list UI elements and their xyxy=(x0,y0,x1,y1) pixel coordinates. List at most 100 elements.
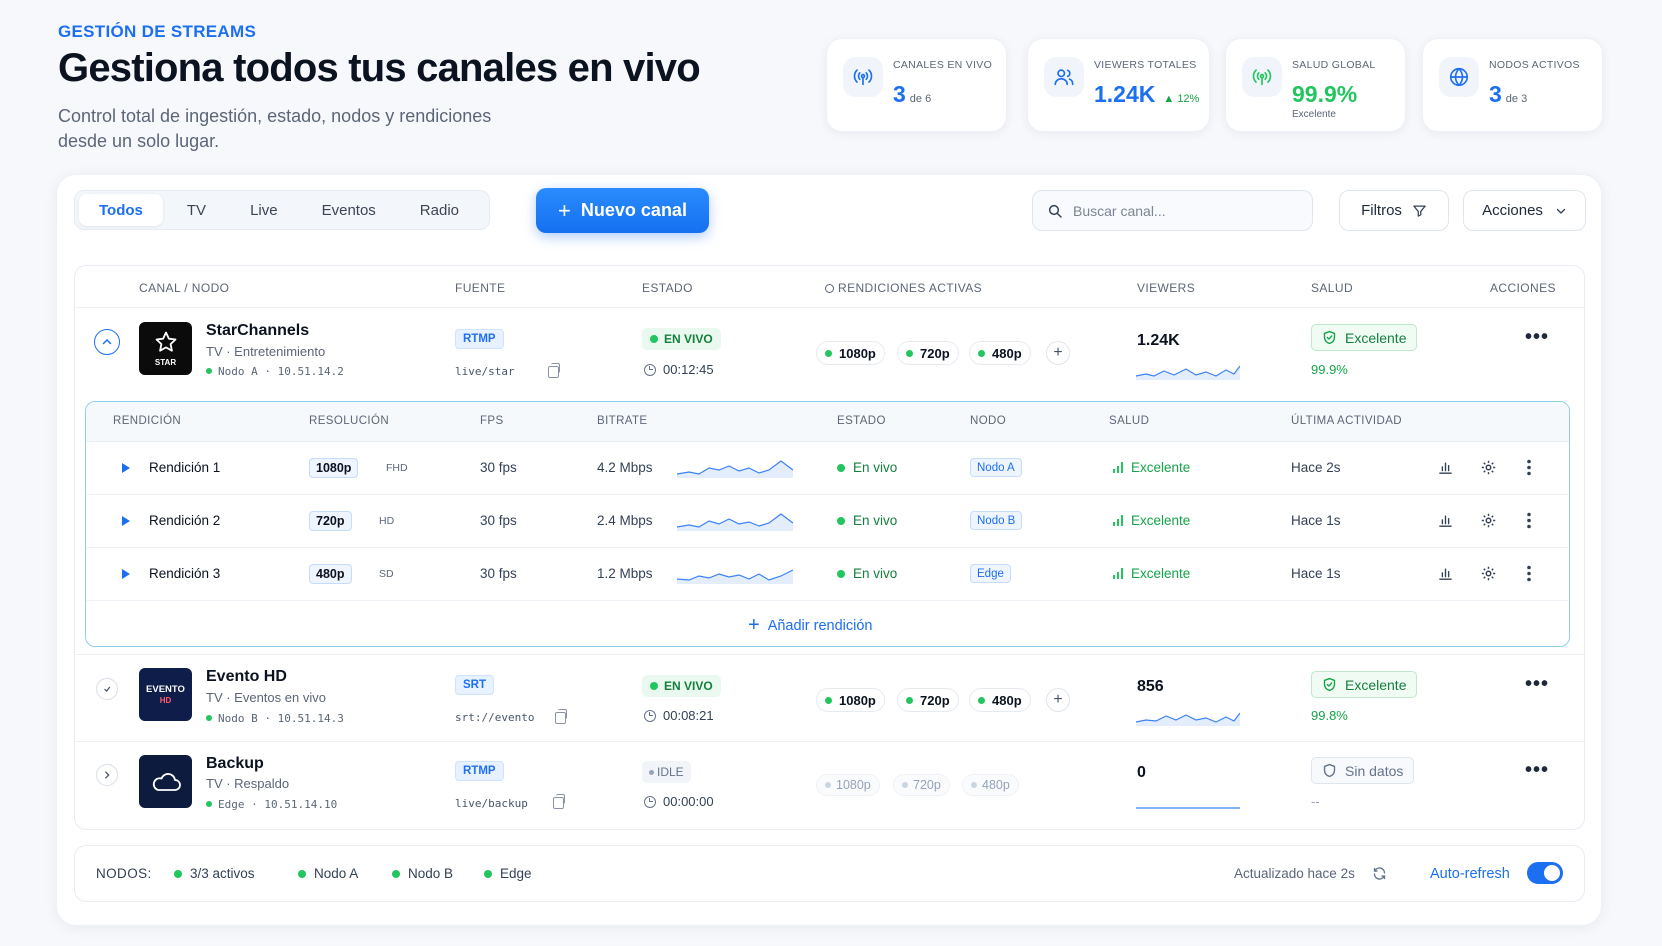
expand-row-button[interactable] xyxy=(96,764,118,786)
play-icon[interactable] xyxy=(122,463,130,473)
page-eyebrow: GESTIÓN DE STREAMS xyxy=(58,22,257,41)
fps-value: 30 fps xyxy=(480,513,517,528)
play-icon[interactable] xyxy=(122,569,130,579)
stat-card-live-channels: CANALES EN VIVO 3 de 6 xyxy=(826,38,1007,132)
more-options-icon[interactable]: ••• xyxy=(1525,673,1549,696)
status-badge: IDLE xyxy=(642,761,691,783)
stat-value: 3 de 3 xyxy=(1489,81,1528,107)
chevron-right-icon xyxy=(104,686,111,693)
more-options-icon[interactable]: ••• xyxy=(1525,759,1549,782)
node-chip: Nodo B xyxy=(970,511,1023,530)
gear-icon[interactable] xyxy=(1480,512,1497,529)
quality-label: FHD xyxy=(386,462,408,474)
column-header: BITRATE xyxy=(597,415,648,427)
search-input[interactable] xyxy=(1073,202,1293,219)
kebab-menu-icon[interactable] xyxy=(1526,512,1532,529)
node-chip: Nodo A xyxy=(970,458,1022,477)
bitrate-value: 1.2 Mbps xyxy=(597,566,653,581)
resolution-chip: 480p xyxy=(309,564,352,584)
quality-label: HD xyxy=(379,515,395,527)
chart-icon[interactable] xyxy=(1438,566,1453,581)
rendition-chip: 720p xyxy=(897,688,959,712)
refresh-icon[interactable] xyxy=(1372,866,1387,881)
play-icon[interactable] xyxy=(122,516,130,526)
column-header: RENDICIÓN xyxy=(113,415,182,427)
source-badge: RTMP xyxy=(455,761,504,781)
divider xyxy=(75,307,1584,308)
bitrate-sparkline xyxy=(677,513,793,531)
column-header: CANAL / NODO xyxy=(139,281,230,295)
rendition-chip: 1080p xyxy=(816,688,885,712)
resolution-chip: 1080p xyxy=(309,458,359,478)
rendition-status: En vivo xyxy=(837,566,897,581)
chart-icon[interactable] xyxy=(1438,460,1453,475)
column-header: FPS xyxy=(480,415,504,427)
stat-label: VIEWERS TOTALES xyxy=(1094,59,1197,71)
new-channel-button[interactable]: + Nuevo canal xyxy=(536,188,709,233)
column-header: FUENTE xyxy=(455,281,506,295)
health-percent: 99.8% xyxy=(1311,708,1348,723)
column-header: RESOLUCIÓN xyxy=(309,415,390,427)
users-icon xyxy=(1044,57,1084,97)
bitrate-sparkline xyxy=(677,460,793,478)
channel-category: TV · Respaldo xyxy=(206,776,290,791)
chevron-down-icon xyxy=(1556,208,1566,214)
channel-name[interactable]: StarChannels xyxy=(206,322,309,340)
tab-todos[interactable]: Todos xyxy=(79,194,163,226)
rendition-chip: 720p xyxy=(897,341,959,365)
bitrate-value: 2.4 Mbps xyxy=(597,513,653,528)
kebab-menu-icon[interactable] xyxy=(1526,565,1532,582)
stat-value: 3 de 6 xyxy=(893,81,932,107)
last-activity: Hace 2s xyxy=(1291,460,1341,475)
bitrate-value: 4.2 Mbps xyxy=(597,460,653,475)
actions-button[interactable]: Acciones xyxy=(1463,190,1586,231)
node-chip: Edge xyxy=(970,564,1011,583)
rendition-chip: 1080p xyxy=(816,774,880,796)
clock-icon xyxy=(644,363,656,376)
channel-name[interactable]: Evento HD xyxy=(206,668,287,686)
auto-refresh-toggle[interactable] xyxy=(1527,862,1563,884)
last-updated: Actualizado hace 2s xyxy=(1234,866,1355,881)
add-rendition-button[interactable]: + xyxy=(1046,341,1070,365)
rendition-health: Excelente xyxy=(1113,566,1190,581)
rendition-chip: 480p xyxy=(969,341,1031,365)
signal-bars-icon xyxy=(1113,462,1123,473)
stat-card-active-nodes: NODOS ACTIVOS 3 de 3 xyxy=(1422,38,1603,132)
stat-card-total-viewers: VIEWERS TOTALES 1.24K ▲ 12% xyxy=(1027,38,1210,132)
add-rendition-link[interactable]: + Añadir rendición xyxy=(748,614,872,637)
copy-icon[interactable] xyxy=(553,794,565,809)
health-badge: Sin datos xyxy=(1311,757,1415,784)
channel-name[interactable]: Backup xyxy=(206,755,264,773)
rendition-status: En vivo xyxy=(837,513,897,528)
uptime-timer: 00:08:21 xyxy=(644,708,714,723)
bitrate-sparkline xyxy=(677,569,793,584)
fps-value: 30 fps xyxy=(480,566,517,581)
tab-radio[interactable]: Radio xyxy=(400,194,479,226)
tab-live[interactable]: Live xyxy=(230,194,298,226)
plus-icon: + xyxy=(558,197,571,223)
stat-label: SALUD GLOBAL xyxy=(1292,59,1376,71)
copy-icon[interactable] xyxy=(548,363,560,378)
rendition-status: En vivo xyxy=(837,460,897,475)
channel-category: TV · Entretenimiento xyxy=(206,344,326,359)
expand-row-button[interactable] xyxy=(96,678,118,700)
gear-icon[interactable] xyxy=(1480,459,1497,476)
filters-button[interactable]: Filtros xyxy=(1339,190,1449,231)
star-icon xyxy=(155,331,176,352)
tab-eventos[interactable]: Eventos xyxy=(302,194,396,226)
channel-node: Nodo A · 10.51.14.2 xyxy=(206,365,344,378)
tab-tv[interactable]: TV xyxy=(167,194,226,226)
kebab-menu-icon[interactable] xyxy=(1526,459,1532,476)
stat-value: 99.9% xyxy=(1292,81,1358,107)
channel-logo: STAR xyxy=(139,322,192,375)
collapse-row-button[interactable] xyxy=(94,329,120,355)
viewers-sparkline xyxy=(1136,365,1240,380)
add-rendition-button[interactable]: + xyxy=(1046,688,1070,712)
more-options-icon[interactable]: ••• xyxy=(1525,326,1549,349)
viewers-sparkline xyxy=(1136,807,1240,809)
copy-icon[interactable] xyxy=(555,709,567,724)
gear-icon[interactable] xyxy=(1480,565,1497,582)
viewer-count: 0 xyxy=(1137,764,1146,781)
chart-icon[interactable] xyxy=(1438,513,1453,528)
trend-up-badge: ▲ 12% xyxy=(1163,93,1200,105)
